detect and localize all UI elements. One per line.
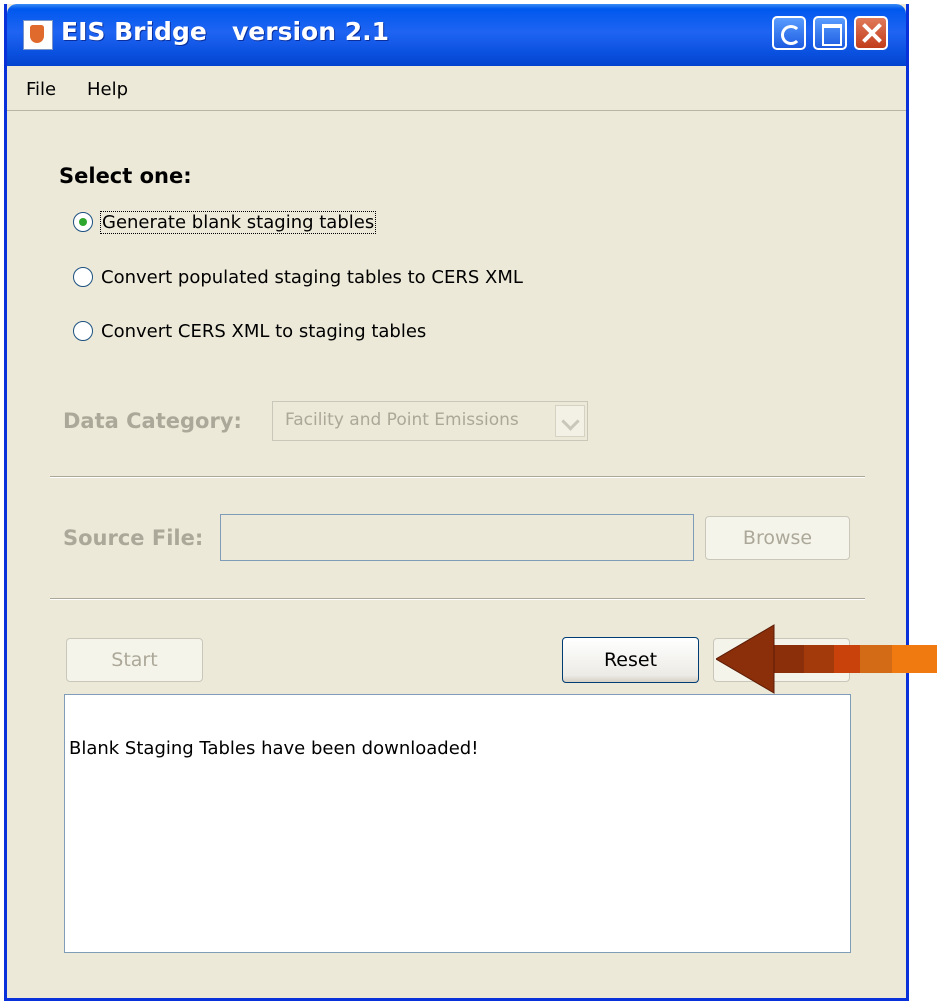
arrow-segment bbox=[804, 645, 834, 673]
arrow-segment bbox=[892, 645, 937, 673]
output-message: Blank Staging Tables have been downloade… bbox=[69, 738, 479, 759]
data-category-select[interactable]: Facility and Point Emissions bbox=[272, 401, 588, 441]
pointer-arrow-icon bbox=[716, 624, 937, 694]
option-convert-to-xml-label[interactable]: Convert populated staging tables to CERS… bbox=[101, 267, 523, 288]
window-title: EIS Bridge bbox=[61, 17, 207, 46]
close-button[interactable] bbox=[854, 16, 888, 50]
select-one-heading: Select one: bbox=[59, 164, 192, 188]
radio-convert-to-xml[interactable] bbox=[73, 267, 93, 287]
browse-button[interactable]: Browse bbox=[705, 516, 850, 560]
menu-help[interactable]: Help bbox=[87, 79, 128, 100]
reset-button[interactable]: Reset bbox=[562, 637, 699, 683]
option-convert-from-xml-label[interactable]: Convert CERS XML to staging tables bbox=[101, 321, 426, 342]
divider bbox=[50, 598, 865, 600]
maximize-button[interactable] bbox=[813, 16, 847, 50]
option-generate-blank[interactable]: Generate blank staging tables bbox=[73, 207, 377, 237]
output-log[interactable]: Blank Staging Tables have been downloade… bbox=[64, 694, 851, 953]
data-category-label: Data Category: bbox=[63, 409, 242, 433]
arrow-segment bbox=[860, 645, 892, 673]
arrow-head bbox=[716, 624, 775, 694]
source-file-label: Source File: bbox=[63, 526, 204, 550]
title-bar[interactable]: EIS Bridge version 2.1 bbox=[7, 4, 906, 66]
minimize-button[interactable] bbox=[772, 16, 806, 50]
divider bbox=[50, 476, 865, 478]
data-category-value: Facility and Point Emissions bbox=[285, 410, 519, 430]
radio-convert-from-xml[interactable] bbox=[73, 321, 93, 341]
java-app-icon[interactable] bbox=[23, 20, 53, 50]
menu-bar: File Help bbox=[7, 66, 906, 111]
source-file-input[interactable] bbox=[220, 514, 694, 561]
window-version: version 2.1 bbox=[232, 17, 389, 46]
chevron-down-icon[interactable] bbox=[555, 405, 585, 437]
option-generate-blank-label[interactable]: Generate blank staging tables bbox=[99, 210, 377, 234]
start-button[interactable]: Start bbox=[66, 638, 203, 682]
radio-generate-blank[interactable] bbox=[73, 212, 93, 232]
option-convert-from-xml[interactable]: Convert CERS XML to staging tables bbox=[73, 316, 426, 346]
menu-file[interactable]: File bbox=[26, 79, 56, 100]
arrow-segment bbox=[834, 645, 860, 673]
option-convert-to-xml[interactable]: Convert populated staging tables to CERS… bbox=[73, 262, 523, 292]
